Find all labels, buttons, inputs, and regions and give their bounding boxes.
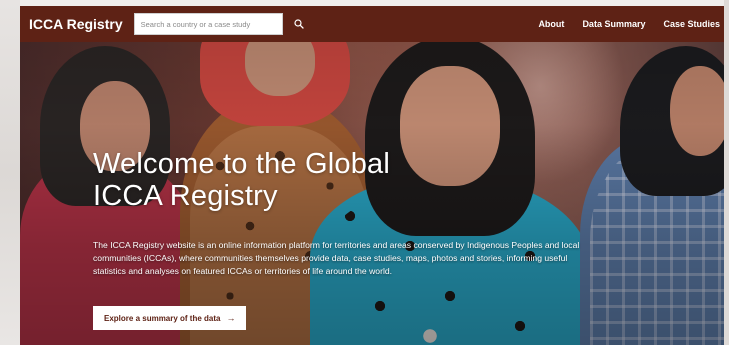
- nav-about[interactable]: About: [538, 19, 564, 29]
- nav-data-summary[interactable]: Data Summary: [582, 19, 645, 29]
- nav-case-studies[interactable]: Case Studies: [663, 19, 720, 29]
- explore-data-label: Explore a summary of the data: [104, 313, 221, 323]
- explore-data-button[interactable]: Explore a summary of the data →: [93, 306, 246, 330]
- search-input[interactable]: [134, 14, 282, 35]
- search-box: [133, 13, 283, 35]
- search-icon: [294, 19, 304, 29]
- arrow-right-icon: →: [226, 313, 236, 323]
- site-logo[interactable]: ICCA Registry: [29, 16, 123, 32]
- search-button[interactable]: [290, 15, 308, 33]
- hero-description: The ICCA Registry website is an online i…: [93, 240, 580, 276]
- main-nav: About Data Summary Case Studies: [538, 19, 720, 29]
- page-margin-right: [724, 0, 729, 345]
- top-navigation-bar: ICCA Registry About Data Summary Case St…: [20, 6, 724, 42]
- hero-title: Welcome to the Global ICCA Registry: [93, 148, 391, 212]
- page-margin-left: [0, 0, 20, 345]
